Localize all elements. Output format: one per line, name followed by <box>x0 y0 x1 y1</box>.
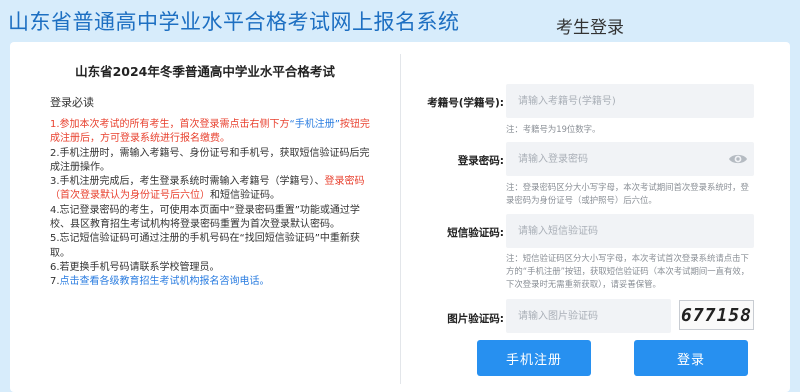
login-button[interactable]: 登录 <box>634 340 748 376</box>
eye-icon[interactable] <box>728 152 748 166</box>
register-button[interactable]: 手机注册 <box>477 340 591 376</box>
exam-no-note: 注：考籍号为19位数字。 <box>506 124 601 134</box>
notice-item-1: 1.参加本次考试的所有考生，首次登录需点击右侧下方“手机注册”按钮完成注册后，方… <box>50 118 375 147</box>
exam-no-label: 考籍号(学籍号): <box>427 97 504 109</box>
password-label: 登录密码: <box>457 155 504 167</box>
exam-no-input[interactable] <box>506 84 754 118</box>
notice-item-1-text-a: 1.参加本次考试的所有考生，首次登录需点击右侧下方 <box>50 119 290 130</box>
site-title: 山东省普通高中学业水平合格考试网上报名系统 <box>8 10 460 34</box>
notice-item-1-register-highlight: “手机注册” <box>289 119 340 130</box>
captcha-label: 图片验证码: <box>447 313 504 325</box>
notice-item-7-prefix: 7. <box>50 276 60 288</box>
notice-list: 1.参加本次考试的所有考生，首次登录需点击右侧下方“手机注册”按钮完成注册后，方… <box>50 118 375 290</box>
sms-code-note: 注：短信验证码区分大小写字母，本次考试首次登录系统请点击下方的“手机注册”按钮，… <box>506 253 750 289</box>
captcha-input[interactable] <box>506 299 671 333</box>
notice-item-2: 2.手机注册时，需输入考籍号、身份证号和手机号，获取短信验证码后完成注册操作。 <box>50 147 370 173</box>
exam-title: 山东省2024年冬季普通高中学业水平合格考试 <box>75 64 335 79</box>
sms-code-label: 短信验证码: <box>447 227 504 239</box>
notice-item-3-text-a: 3.手机注册完成后，考生登录系统时需输入考籍号（学籍号）、 <box>50 176 325 188</box>
password-input[interactable] <box>506 142 754 176</box>
consult-phone-link[interactable]: 点击查看各级教育招生考试机构报名咨询电话。 <box>60 276 270 287</box>
notice-item-3: 3.手机注册完成后，考生登录系统时需输入考籍号（学籍号）、登录密码（首次登录默认… <box>50 175 375 204</box>
notice-heading: 登录必读 <box>50 96 94 109</box>
login-title: 考生登录 <box>556 18 624 38</box>
notice-item-4: 4.忘记登录密码的考生，可使用本页面中“登录密码重置”功能或通过学校、县区教育招… <box>50 204 360 231</box>
notice-item-6: 6.若更换手机号码请联系学校管理员。 <box>50 261 220 273</box>
password-note: 注：登录密码区分大小写字母，本次考试期间首次登录系统时，登录密码为身份证号（或护… <box>506 182 749 205</box>
sms-code-input[interactable] <box>506 214 754 248</box>
notice-item-5: 5.忘记短信验证码可通过注册的手机号码在“找回短信验证码”中重新获取。 <box>50 233 360 259</box>
notice-item-7: 7.点击查看各级教育招生考试机构报名咨询电话。 <box>50 275 375 289</box>
captcha-image[interactable]: 677158 <box>679 300 754 330</box>
notice-item-3-text-b: 和短信验证码。 <box>210 190 280 202</box>
